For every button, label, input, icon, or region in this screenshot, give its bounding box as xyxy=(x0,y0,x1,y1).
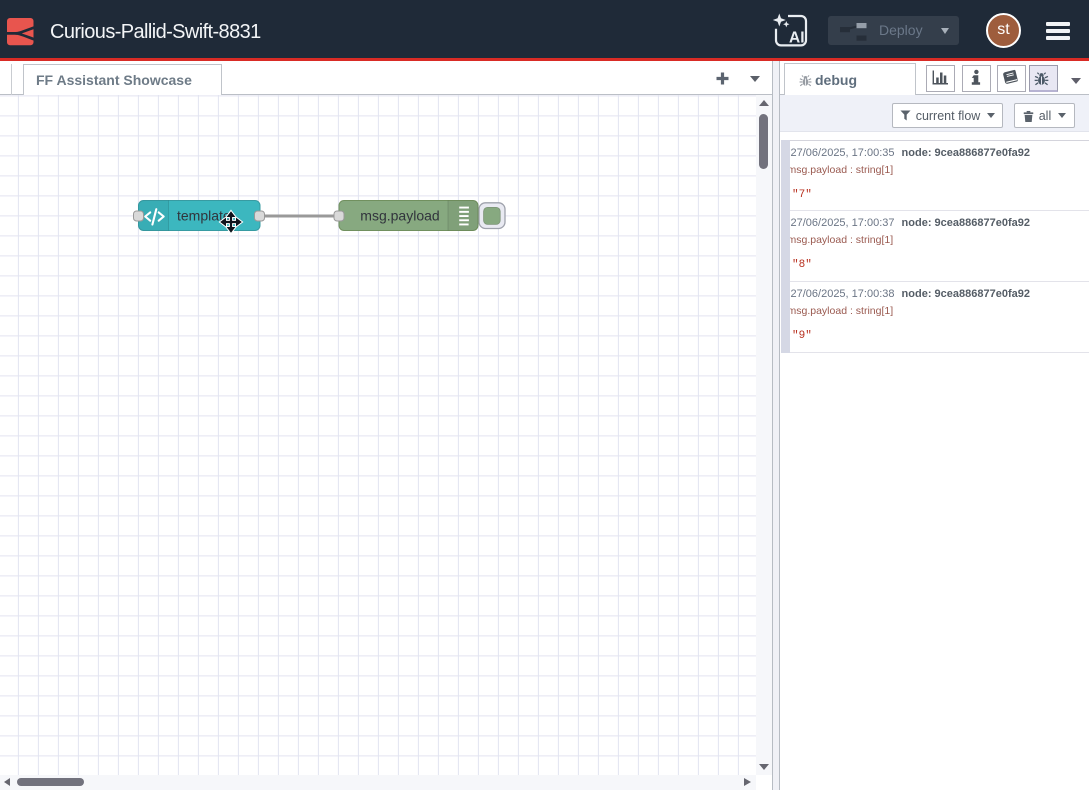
svg-text:AI: AI xyxy=(789,30,805,47)
svg-text:msg.payload: msg.payload xyxy=(360,208,439,224)
